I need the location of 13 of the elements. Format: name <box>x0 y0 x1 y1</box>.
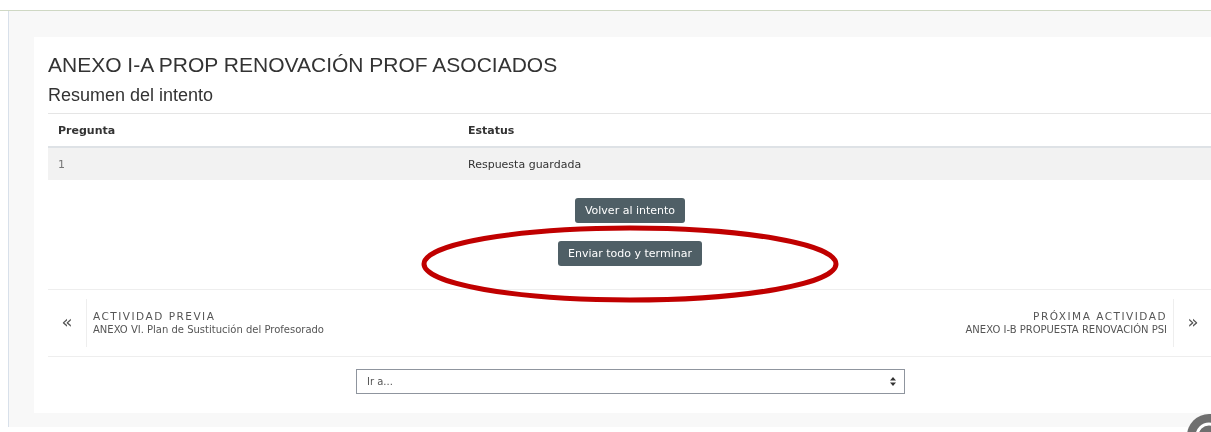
activity-link[interactable]: ANEXO VI. Plan de Sustitución del Profesorado <box>93 323 324 337</box>
nav-heading: ACTIVIDAD PREVIA <box>93 309 217 323</box>
table-cell: Respuesta guardada <box>458 147 1211 180</box>
sort-arrows-icon <box>890 377 896 386</box>
return-button[interactable]: Volver al intento <box>574 198 686 223</box>
activity-link[interactable]: ANEXO I-B PROPUESTA RENOVACIÓN PSI <box>965 323 1167 337</box>
section-title: Resumen del intento <box>48 84 215 107</box>
submit-button[interactable]: Enviar todo y terminar <box>558 241 702 266</box>
nav-heading: PRÓXIMA ACTIVIDAD <box>1032 309 1167 323</box>
jump-select[interactable]: Ir a... <box>356 369 905 394</box>
table-cell: 1 <box>48 147 458 180</box>
select-placeholder: Ir a... <box>367 376 393 387</box>
page-title: ANEXO I-A PROP RENOVACIÓN PROF ASOCIADOS <box>48 52 559 78</box>
